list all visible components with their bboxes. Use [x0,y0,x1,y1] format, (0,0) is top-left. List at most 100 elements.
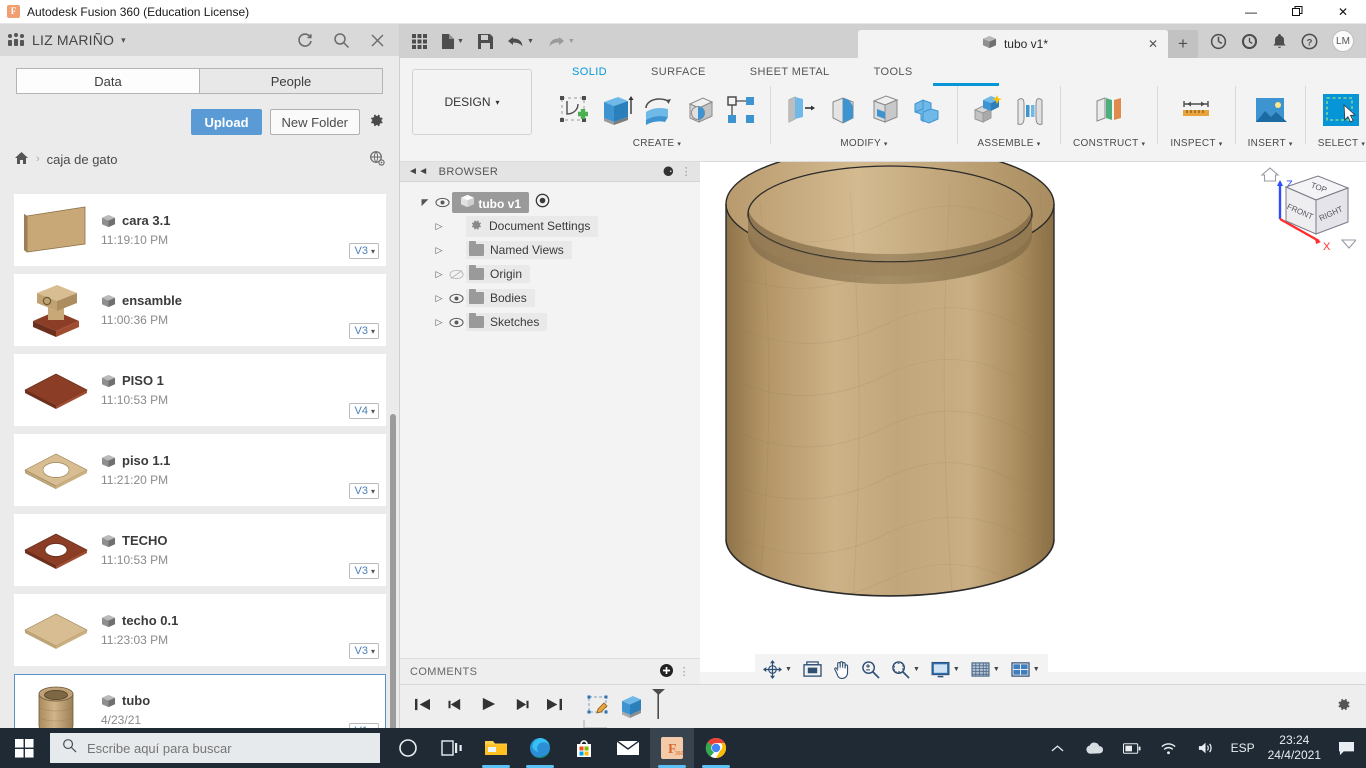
list-item[interactable]: piso 1.1 11:21:20 PM V3 ▾ [14,434,386,506]
list-item[interactable]: TECHO 11:10:53 PM V3 ▾ [14,514,386,586]
search-input[interactable] [87,740,368,756]
data-panel-scrollbar[interactable] [390,414,396,744]
google-chrome-icon[interactable] [694,728,738,768]
upload-button[interactable]: Upload [191,109,262,135]
expand-arrow-icon[interactable]: ▷ [432,221,446,232]
mail-icon[interactable] [606,728,650,768]
new-component-icon[interactable] [970,92,1006,133]
ribbon-group-label[interactable]: INSERT ▾ [1248,138,1293,149]
add-comment-icon[interactable] [659,663,673,680]
pan-icon[interactable] [833,660,850,679]
close-panel-icon[interactable] [367,30,387,50]
version-badge[interactable]: V3 ▾ [348,243,379,259]
tab-tools[interactable]: TOOLS [852,66,935,78]
version-badge[interactable]: V3 ▾ [348,323,379,339]
list-item[interactable]: cara 3.1 11:19:10 PM V3 ▾ [14,194,386,266]
play-icon[interactable] [480,696,497,717]
grid-menu-icon[interactable] [412,33,427,49]
timeline-settings-icon[interactable] [1335,696,1352,718]
maximize-button[interactable] [1274,0,1320,24]
browser-root-row[interactable]: ◤ tubo v1 [400,190,700,214]
new-folder-button[interactable]: New Folder [269,109,360,135]
redo-icon[interactable]: ▼ [548,35,575,48]
minimize-panel-icon[interactable]: ⚈ [663,164,675,180]
microsoft-edge-icon[interactable] [518,728,562,768]
avatar[interactable]: LM [1332,30,1354,52]
fit-icon[interactable]: ▼ [891,660,920,679]
recent-icon[interactable] [1241,33,1258,50]
version-badge[interactable]: V4 ▾ [348,403,379,419]
joint-icon[interactable] [1012,92,1048,133]
ribbon-group-label[interactable]: MODIFY ▾ [840,138,888,149]
refresh-icon[interactable] [295,30,315,50]
panel-resize-grip[interactable]: ⋮ [679,665,690,678]
home-icon[interactable] [14,151,29,168]
save-icon[interactable] [477,33,493,49]
taskbar-search[interactable] [50,733,380,763]
list-item[interactable]: PISO 1 11:10:53 PM V4 ▾ [14,354,386,426]
eye-off-icon[interactable] [446,269,466,280]
eye-icon[interactable] [446,317,466,328]
3d-viewport[interactable]: Z X TOP FRONT RIGHT [700,146,1366,672]
cortana-icon[interactable] [386,728,430,768]
team-name[interactable]: LIZ MARIÑO [32,32,114,48]
tab-people[interactable]: People [199,68,383,94]
new-file-icon[interactable]: ▼ [441,33,464,49]
fillet-icon[interactable] [825,92,861,133]
insert-image-icon[interactable] [1253,93,1288,132]
ribbon-group-label[interactable]: INSPECT ▾ [1170,138,1222,149]
wifi-icon[interactable] [1157,736,1181,760]
undo-icon[interactable]: ▼ [507,35,534,48]
offset-plane-icon[interactable] [1091,92,1127,133]
ribbon-group-label[interactable]: SELECT ▾ [1318,138,1366,149]
expand-arrow-icon[interactable]: ◤ [418,197,432,208]
tab-surface[interactable]: SURFACE [629,66,728,78]
new-document-button[interactable]: + [1168,30,1198,58]
extrude-feature-icon[interactable] [617,693,645,726]
job-status-icon[interactable] [1210,33,1227,50]
activate-icon[interactable] [535,193,550,211]
browser-tree[interactable]: ◤ tubo v1 ▷ Document Settings ▷ Named Vi… [400,182,700,334]
browser-item-bodies[interactable]: ▷ Bodies [400,286,700,310]
browser-item-document-settings[interactable]: ▷ Document Settings [400,214,700,238]
browser-item-origin[interactable]: ▷ Origin [400,262,700,286]
expand-arrow-icon[interactable]: ▷ [432,317,446,328]
language-indicator[interactable]: ESP [1231,741,1255,755]
select-window-icon[interactable] [1322,91,1360,134]
comments-panel[interactable]: COMMENTS ⋮ [400,658,700,684]
file-list[interactable]: cara 3.1 11:19:10 PM V3 ▾ ensamble 11:00… [0,194,400,752]
eye-icon[interactable] [432,197,452,208]
view-cube[interactable]: Z X TOP FRONT RIGHT [1256,162,1358,277]
clock[interactable]: 23:24 24/4/2021 [1268,733,1321,763]
breadcrumb-folder[interactable]: caja de gato [47,152,118,167]
shell-icon[interactable] [867,92,903,133]
search-icon[interactable] [331,30,351,50]
tab-data[interactable]: Data [16,68,199,94]
onedrive-icon[interactable] [1083,736,1107,760]
battery-icon[interactable] [1120,736,1144,760]
pattern-icon[interactable] [724,93,758,132]
task-view-icon[interactable] [430,728,474,768]
collapse-left-icon[interactable]: ◄◄ [408,166,429,177]
zoom-icon[interactable] [861,660,880,679]
tab-solid[interactable]: SOLID [550,66,629,78]
step-back-icon[interactable] [447,697,464,717]
viewports-icon[interactable]: ▼ [1011,661,1040,678]
sweep-icon[interactable] [682,92,718,133]
combine-icon[interactable] [909,92,945,133]
create-sketch-icon[interactable] [556,92,592,133]
version-badge[interactable]: V3 ▾ [348,643,379,659]
notifications-bell-icon[interactable] [1272,33,1287,50]
list-item[interactable]: ensamble 11:00:36 PM V3 ▾ [14,274,386,346]
timeline-marker-icon[interactable] [651,687,667,726]
windows-start-icon[interactable] [0,728,48,768]
show-hidden-icons-icon[interactable] [1046,736,1070,760]
measure-icon[interactable] [1178,92,1214,133]
list-item[interactable]: techo 0.1 11:23:03 PM V3 ▾ [14,594,386,666]
browser-item-sketches[interactable]: ▷ Sketches [400,310,700,334]
version-badge[interactable]: V3 ▾ [348,483,379,499]
eye-icon[interactable] [446,293,466,304]
revolve-icon[interactable] [640,92,676,133]
volume-icon[interactable] [1194,736,1218,760]
chevron-down-icon[interactable]: ▾ [121,35,126,46]
